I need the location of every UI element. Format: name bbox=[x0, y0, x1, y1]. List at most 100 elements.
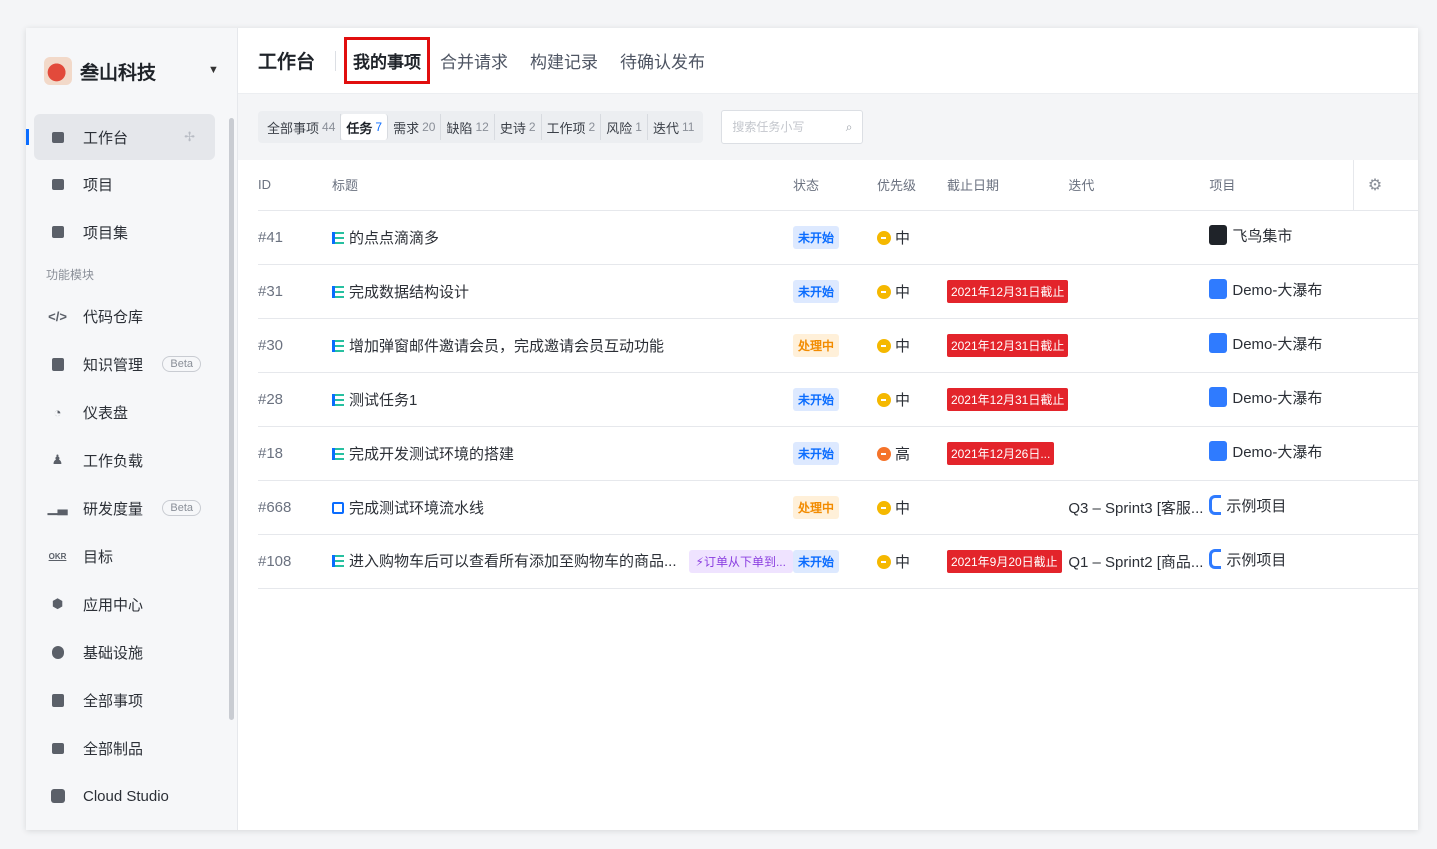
project-link[interactable]: Demo-大瀑布 bbox=[1209, 333, 1322, 354]
filter-label: 全部事项 bbox=[267, 120, 320, 136]
iteration-cell[interactable]: Q3 – Sprint3 [客服... bbox=[1068, 480, 1210, 535]
dashboard-icon: ◔ bbox=[53, 404, 62, 420]
sidebar-item-code-repo[interactable]: </> 代码仓库 bbox=[26, 292, 237, 340]
col-status[interactable]: 状态 bbox=[792, 160, 877, 211]
gear-icon[interactable]: ⚙ bbox=[1368, 177, 1382, 194]
sidebar-item-project-set[interactable]: 项目集 bbox=[26, 208, 237, 256]
iteration-cell[interactable] bbox=[1068, 426, 1210, 481]
table-row[interactable]: #18 完成开发测试环境的搭建 未开始 高 2021年12月26日... Demo-大瀑布 bbox=[258, 426, 1418, 481]
col-title[interactable]: 标题 bbox=[332, 160, 793, 211]
priority[interactable]: 中 bbox=[876, 281, 910, 302]
status-badge[interactable]: 未开始 bbox=[792, 225, 839, 249]
due-date-badge[interactable]: 2021年12月31日截止 bbox=[946, 387, 1069, 411]
status-badge[interactable]: 处理中 bbox=[792, 495, 839, 519]
item-id[interactable]: #30 bbox=[258, 318, 332, 373]
project-link[interactable]: Demo-大瀑布 bbox=[1209, 441, 1322, 462]
project-icon bbox=[1209, 333, 1228, 354]
priority[interactable]: 中 bbox=[876, 335, 910, 356]
priority[interactable]: 中 bbox=[876, 497, 910, 518]
sidebar-item-okr[interactable]: OKR 目标 bbox=[26, 532, 237, 580]
project-link[interactable]: 示例项目 bbox=[1209, 495, 1286, 516]
col-iteration[interactable]: 迭代 bbox=[1068, 160, 1210, 211]
search-icon[interactable]: ⌕ bbox=[846, 120, 853, 135]
sidebar-item-artifacts[interactable]: 全部制品 bbox=[26, 724, 237, 772]
priority[interactable]: 中 bbox=[876, 551, 910, 572]
item-id[interactable]: #28 bbox=[258, 372, 332, 427]
column-settings[interactable]: ⚙ bbox=[1352, 160, 1418, 211]
iteration-cell[interactable] bbox=[1068, 264, 1210, 319]
priority-label: 中 bbox=[894, 554, 910, 572]
project-link[interactable]: Demo-大瀑布 bbox=[1209, 279, 1322, 300]
item-title[interactable]: 增加弹窗邮件邀请会员，完成邀请会员互动功能 bbox=[349, 338, 664, 355]
iteration-cell[interactable] bbox=[1068, 210, 1210, 265]
item-id[interactable]: #31 bbox=[258, 264, 332, 319]
table-row[interactable]: #41 的点点滴滴多 未开始 中 飞鸟集市 bbox=[258, 210, 1418, 265]
filter-all[interactable]: 全部事项 44 bbox=[262, 114, 342, 140]
col-project[interactable]: 项目 bbox=[1209, 160, 1354, 211]
item-id[interactable]: #108 bbox=[258, 534, 332, 589]
due-date-badge[interactable]: 2021年9月20日截止 bbox=[946, 549, 1062, 573]
status-badge[interactable]: 未开始 bbox=[792, 549, 839, 573]
sidebar-item-dashboard[interactable]: ◔ 仪表盘 bbox=[26, 388, 237, 436]
item-title[interactable]: 进入购物车后可以查看所有添加至购物车的商品... bbox=[349, 553, 677, 570]
sidebar-item-project[interactable]: 项目 bbox=[26, 160, 237, 208]
iteration-cell[interactable] bbox=[1068, 372, 1210, 427]
filter-defect[interactable]: 缺陷 12 bbox=[441, 114, 495, 140]
sidebar-item-metrics[interactable]: ▁▃ 研发度量 Beta bbox=[26, 484, 237, 532]
table-row[interactable]: #30 增加弹窗邮件邀请会员，完成邀请会员互动功能 处理中 中 2021年12月31日截… bbox=[258, 318, 1418, 373]
filter-requirement[interactable]: 需求 20 bbox=[388, 114, 442, 140]
caret-down-icon[interactable]: ▼ bbox=[208, 64, 219, 76]
item-id[interactable]: #668 bbox=[258, 480, 332, 535]
priority[interactable]: 中 bbox=[876, 227, 910, 248]
priority[interactable]: 高 bbox=[876, 443, 910, 464]
sidebar-item-infrastructure[interactable]: 基础设施 bbox=[26, 628, 237, 676]
table-row[interactable]: #28 测试任务1 未开始 中 2021年12月31日截止 Demo-大瀑布 bbox=[258, 372, 1418, 427]
tab-merge-requests[interactable]: 合并请求 bbox=[440, 48, 508, 73]
status-badge[interactable]: 未开始 bbox=[792, 279, 839, 303]
tab-my-items[interactable]: 我的事项 bbox=[344, 37, 431, 84]
item-title[interactable]: 完成测试环境流水线 bbox=[349, 500, 484, 517]
filter-iteration[interactable]: 迭代 11 bbox=[648, 114, 699, 140]
sidebar-scrollbar[interactable] bbox=[229, 118, 234, 720]
col-due[interactable]: 截止日期 bbox=[946, 160, 1069, 211]
project-link[interactable]: Demo-大瀑布 bbox=[1209, 387, 1322, 408]
search-input[interactable] bbox=[732, 120, 833, 134]
filter-epic[interactable]: 史诗 2 bbox=[495, 114, 542, 140]
status-badge[interactable]: 未开始 bbox=[792, 387, 839, 411]
status-badge[interactable]: 处理中 bbox=[792, 333, 839, 357]
due-date-badge[interactable]: 2021年12月26日... bbox=[946, 441, 1055, 465]
item-title[interactable]: 完成数据结构设计 bbox=[349, 284, 469, 301]
item-title[interactable]: 完成开发测试环境的搭建 bbox=[349, 446, 514, 463]
item-title[interactable]: 测试任务1 bbox=[349, 392, 417, 409]
due-date-badge[interactable]: 2021年12月31日截止 bbox=[946, 279, 1069, 303]
table-row[interactable]: #668 完成测试环境流水线 处理中 中 Q3 – Sprint3 [客服... 示例项目 bbox=[258, 480, 1418, 535]
pin-icon[interactable]: ✢ bbox=[184, 129, 195, 145]
tab-pending-release[interactable]: 待确认发布 bbox=[620, 48, 705, 73]
col-priority[interactable]: 优先级 bbox=[876, 160, 947, 211]
sidebar-item-knowledge[interactable]: 知识管理 Beta bbox=[26, 340, 237, 388]
col-id[interactable]: ID bbox=[258, 160, 332, 211]
filter-work-item[interactable]: 工作项 2 bbox=[542, 114, 602, 140]
iteration-cell[interactable] bbox=[1068, 318, 1210, 373]
item-title[interactable]: 的点点滴滴多 bbox=[349, 230, 439, 247]
due-date-badge[interactable]: 2021年12月31日截止 bbox=[946, 333, 1069, 357]
sidebar-item-workload[interactable]: ♟ 工作负载 bbox=[26, 436, 237, 484]
parent-tag[interactable]: ⚡订单从下单到... bbox=[688, 549, 793, 573]
org-switcher[interactable]: 叁山科技 ▼ bbox=[26, 28, 237, 114]
tab-build-records[interactable]: 构建记录 bbox=[530, 48, 598, 73]
table-row[interactable]: #108 进入购物车后可以查看所有添加至购物车的商品... ⚡订单从下单到... 未开… bbox=[258, 534, 1418, 589]
item-id[interactable]: #18 bbox=[258, 426, 332, 481]
priority[interactable]: 中 bbox=[876, 389, 910, 410]
sidebar-item-workbench[interactable]: 工作台 ✢ bbox=[26, 114, 215, 160]
sidebar-item-app-center[interactable]: ⬢ 应用中心 bbox=[26, 580, 237, 628]
project-link[interactable]: 示例项目 bbox=[1209, 549, 1286, 570]
project-link[interactable]: 飞鸟集市 bbox=[1209, 225, 1292, 246]
filter-risk[interactable]: 风险 1 bbox=[601, 114, 648, 140]
filter-task[interactable]: 任务 7 bbox=[341, 114, 389, 140]
iteration-cell[interactable]: Q1 – Sprint2 [商品... bbox=[1068, 534, 1210, 589]
sidebar-item-all-items[interactable]: 全部事项 bbox=[26, 676, 237, 724]
sidebar-item-cloud-studio[interactable]: Cloud Studio bbox=[26, 772, 237, 820]
table-row[interactable]: #31 完成数据结构设计 未开始 中 2021年12月31日截止 Demo-大瀑布 bbox=[258, 264, 1418, 319]
item-id[interactable]: #41 bbox=[258, 210, 332, 265]
status-badge[interactable]: 未开始 bbox=[792, 441, 839, 465]
